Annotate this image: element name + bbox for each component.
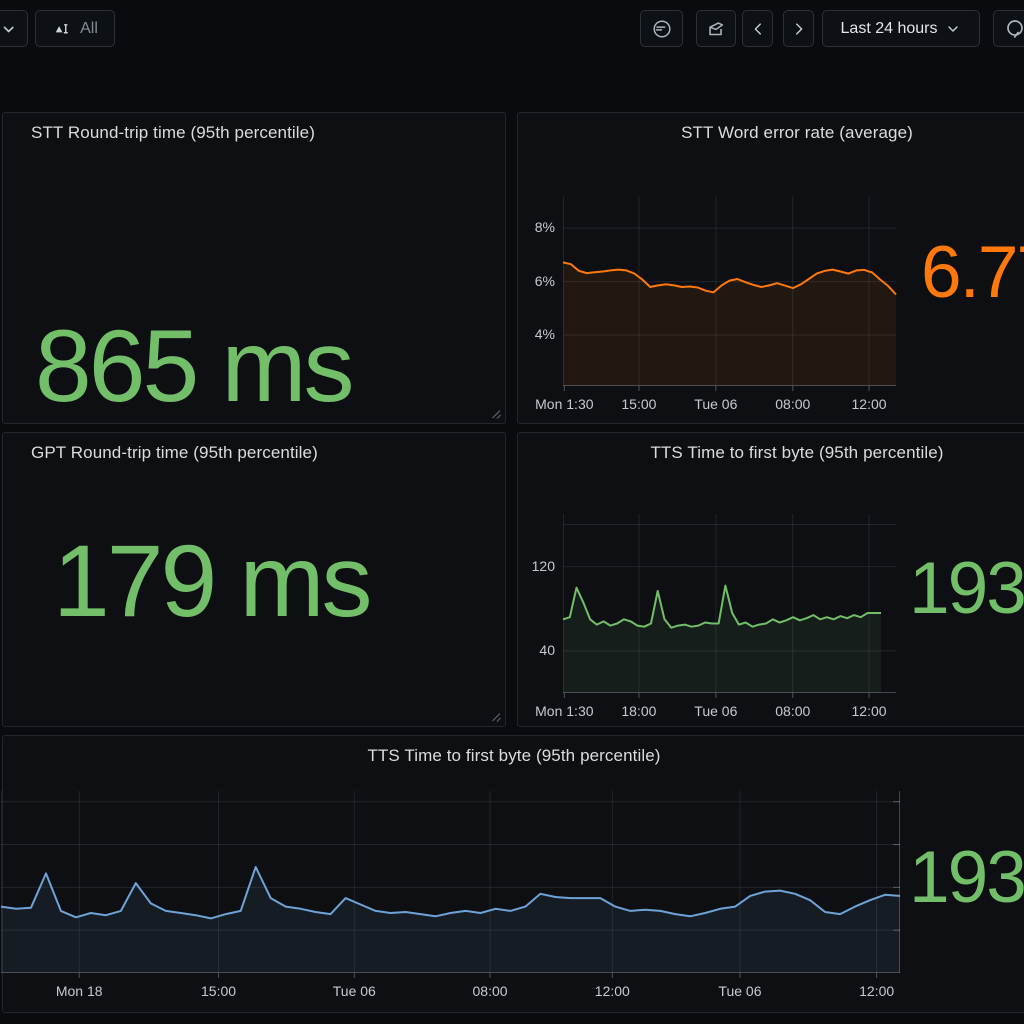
collapse-row-button[interactable]	[0, 10, 28, 47]
panel-title: TTS Time to first byte (95th percentile)	[367, 746, 661, 765]
x-tick-label: 15:00	[621, 396, 657, 412]
y-tick-label: 8%	[534, 219, 555, 236]
x-tick-label: 08:00	[775, 703, 811, 719]
panel-gpt-round-trip[interactable]: GPT Round-trip time (95th percentile) 17…	[2, 432, 506, 727]
tts-ttfb-time-series-chart[interactable]: Mon 1:30 18:00 Tue 06 08:00 12:00 120 40	[532, 514, 896, 719]
panel-title: GPT Round-trip time (95th percentile)	[31, 443, 318, 462]
x-tick-label: Mon 18	[55, 983, 103, 999]
y-tick-label: 40	[539, 641, 555, 658]
edit-icon	[709, 21, 724, 35]
x-tick-label: 15:00	[201, 983, 237, 999]
panel-title: STT Round-trip time (95th percentile)	[31, 123, 316, 142]
variable-filter-button[interactable]: All	[35, 10, 115, 47]
time-shift-forward-button[interactable]	[783, 10, 814, 47]
panel-stt-round-trip[interactable]: STT Round-trip time (95th percentile) 86…	[2, 112, 506, 424]
x-tick-label: Tue 06	[718, 983, 762, 999]
time-range-label: Last 24 hours	[840, 19, 938, 37]
filter-icon	[55, 23, 68, 33]
grafana-dashboard: All Last 24 hours STT Round-trip time (9…	[0, 0, 1024, 1024]
wer-time-series-chart[interactable]: Mon 1:30 15:00 Tue 06 08:00 12:00 4% 6% 8%	[535, 196, 897, 412]
edit-dashboard-button[interactable]	[696, 10, 736, 47]
history-button[interactable]	[640, 10, 683, 47]
x-tick-label: 12:00	[859, 983, 895, 999]
x-tick-label: 08:00	[775, 396, 811, 412]
panel-tts-ttfb-small[interactable]: TTS Time to first byte (95th percentile)…	[517, 432, 1024, 727]
x-tick-label: Tue 06	[694, 703, 738, 719]
panel-title: STT Word error rate (average)	[681, 123, 913, 142]
x-tick-label: Tue 06	[694, 396, 738, 412]
x-tick-label: 12:00	[851, 703, 887, 719]
resize-handle-icon[interactable]	[490, 711, 501, 722]
time-range-picker[interactable]: Last 24 hours	[822, 10, 980, 47]
x-tick-label: Tue 06	[332, 983, 376, 999]
panel-title: TTS Time to first byte (95th percentile)	[650, 443, 944, 462]
time-shift-back-button[interactable]	[742, 10, 773, 47]
chevron-down-icon	[3, 26, 14, 32]
y-tick-label: 120	[531, 557, 555, 574]
x-tick-label: Mon 1:30	[535, 396, 594, 412]
x-tick-label: 08:00	[472, 983, 508, 999]
x-tick-label: 12:00	[594, 983, 630, 999]
x-tick-label: Mon 1:30	[535, 703, 594, 719]
x-tick-label: 12:00	[851, 396, 887, 412]
tts-ttfb-wide-time-series-chart[interactable]: Mon 18 15:00 Tue 06 08:00 12:00 Tue 06 12:00	[0, 791, 901, 999]
chevron-right-icon	[795, 22, 802, 35]
y-tick-label: 6%	[534, 272, 555, 289]
resize-handle-icon[interactable]	[490, 408, 501, 419]
y-axis-labels: 4% 6% 8%	[517, 196, 555, 386]
panel-stt-word-error-rate[interactable]: STT Word error rate (average) Mon 1:30 15…	[517, 112, 1024, 424]
panel-tts-ttfb-wide[interactable]: TTS Time to first byte (95th percentile)…	[0, 735, 1024, 1013]
chevron-down-icon	[948, 25, 959, 32]
stat-value: 865 ms	[35, 309, 354, 423]
stat-value: 193 ms	[909, 548, 1024, 629]
x-tick-label: 18:00	[621, 703, 657, 719]
zoom-out-button[interactable]	[993, 10, 1024, 47]
history-icon	[652, 19, 671, 38]
stat-value: 179 ms	[53, 524, 372, 638]
y-axis-labels: 120 40	[517, 514, 555, 693]
y-tick-label: 4%	[534, 326, 555, 343]
variable-all-label: All	[80, 19, 98, 37]
toolbar: All Last 24 hours	[0, 0, 1024, 56]
search-icon	[1007, 19, 1023, 38]
chevron-left-icon	[754, 22, 761, 35]
stat-value: 6.77%	[921, 232, 1024, 313]
stat-value: 193 ms	[909, 837, 1024, 918]
